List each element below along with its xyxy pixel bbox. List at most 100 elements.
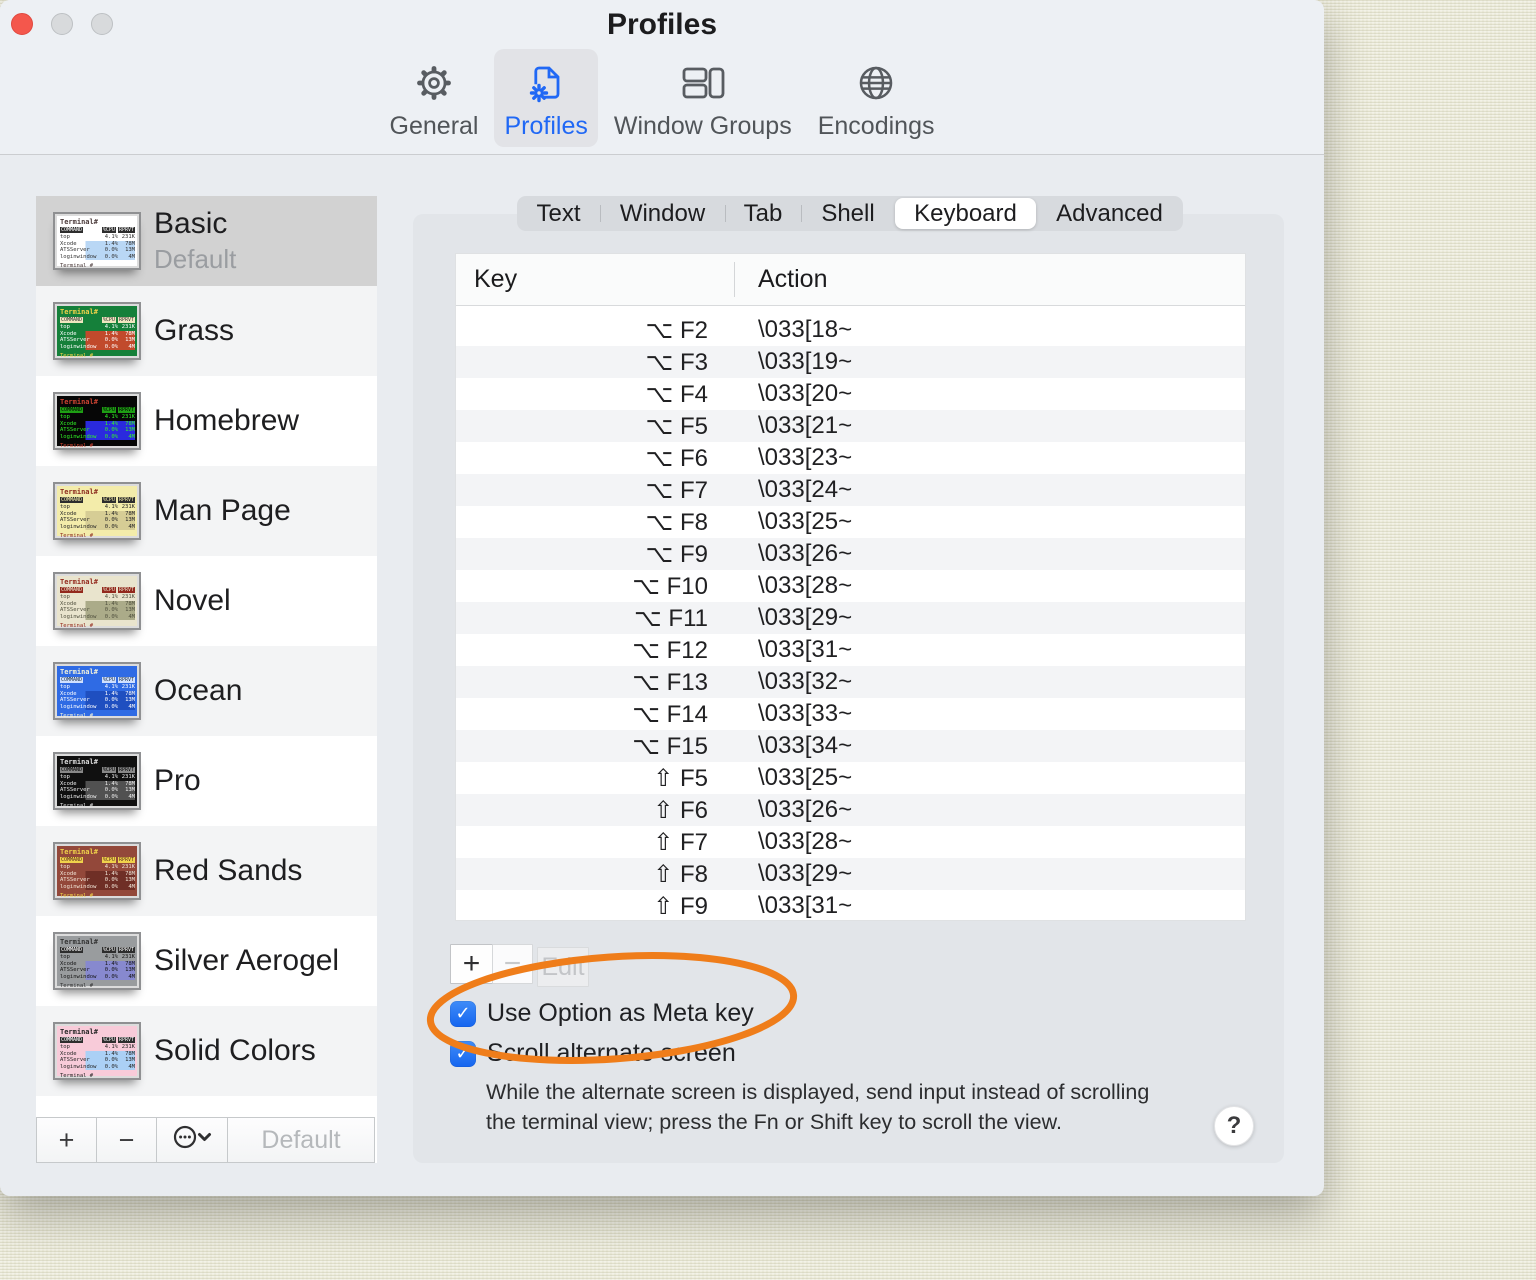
help-button[interactable]: ? (1214, 1106, 1254, 1146)
desktop-background: Profiles General Profiles Window Groups … (0, 0, 1536, 1280)
thumbnail-terminal-title: Terminal# (60, 758, 98, 766)
profile-row-basic[interactable]: Terminal# COMMAND %CPU RPRVT top 4.1% 231K Xcod… (36, 196, 377, 286)
profile-thumbnail: Terminal# COMMAND %CPU RPRVT top 4.1% 231K Xcod… (53, 302, 141, 360)
add-key-mapping-button[interactable]: + (450, 944, 493, 984)
thumbnail-header-row: COMMAND %CPU RPRVT (60, 947, 135, 953)
edit-key-mapping-button[interactable]: Edit (537, 947, 589, 987)
key-cell: ⌥ F10 (632, 572, 708, 600)
thumbnail-prompt: Terminal # (60, 803, 94, 809)
toolbar-item-general[interactable]: General (380, 49, 489, 147)
table-row[interactable]: ⌥ F7 \033[24~ (456, 474, 1245, 506)
thumbnail-header-row: COMMAND %CPU RPRVT (60, 587, 135, 593)
thumbnail-terminal-title: Terminal# (60, 668, 98, 676)
action-cell: \033[28~ (758, 572, 853, 599)
action-cell: \033[23~ (758, 444, 853, 471)
profile-row-red-sands[interactable]: Terminal# COMMAND %CPU RPRVT top 4.1% 231K Xcod… (36, 826, 377, 916)
key-cell: ⌥ F3 (645, 348, 708, 376)
profile-row-silver-aerogel[interactable]: Terminal# COMMAND %CPU RPRVT top 4.1% 231K Xcod… (36, 916, 377, 1006)
table-row[interactable]: ⇧ F8 \033[29~ (456, 858, 1245, 890)
profile-thumbnail: Terminal# COMMAND %CPU RPRVT top 4.1% 231K Xcod… (53, 392, 141, 450)
toolbar-item-encodings[interactable]: Encodings (808, 49, 945, 147)
profile-meta: Grass (154, 314, 234, 348)
thumbnail-terminal-title: Terminal# (60, 578, 98, 586)
table-row[interactable]: ⌥ F2 \033[18~ (456, 314, 1245, 346)
profile-meta: Man Page (154, 494, 291, 528)
action-cell: \033[26~ (758, 540, 853, 567)
alternate-screen-help-text: While the alternate screen is displayed,… (486, 1080, 1150, 1134)
key-cell: ⌥ F13 (632, 668, 708, 696)
thumbnail-header-row: COMMAND %CPU RPRVT (60, 407, 135, 413)
more-options-button[interactable] (156, 1117, 228, 1163)
checkbox-checked-icon[interactable]: ✓ (450, 1000, 476, 1027)
table-row[interactable]: ⌥ F8 \033[25~ (456, 506, 1245, 538)
add-profile-button[interactable]: + (36, 1117, 97, 1163)
toolbar-item-window-groups[interactable]: Window Groups (604, 49, 802, 147)
table-row[interactable]: ⌥ F13 \033[32~ (456, 666, 1245, 698)
profile-subtitle: Default (154, 244, 237, 274)
tab-tab[interactable]: Tab (725, 196, 801, 231)
default-button[interactable]: Default (227, 1117, 375, 1163)
tab-window[interactable]: Window (600, 196, 725, 231)
thumbnail-process-row: loginwindow 0.0% 4M (60, 973, 135, 980)
use-option-as-meta-key-checkbox-row[interactable]: ✓ Use Option as Meta key (450, 999, 754, 1028)
key-cell: ⌥ F9 (645, 540, 708, 568)
thumbnail-process-row: loginwindow 0.0% 4M (60, 343, 135, 350)
thumbnail-prompt: Terminal # (60, 263, 94, 269)
tab-shell[interactable]: Shell (801, 196, 895, 231)
scroll-alternate-screen-checkbox-row[interactable]: ✓ Scroll alternate screen (450, 1039, 736, 1068)
globe-icon (855, 59, 897, 107)
key-cell: ⌥ F15 (632, 732, 708, 760)
preferences-content: Terminal# COMMAND %CPU RPRVT top 4.1% 231K Xcod… (0, 156, 1324, 1196)
profile-meta: Ocean (154, 674, 242, 708)
action-cell: \033[25~ (758, 764, 853, 791)
tab-text[interactable]: Text (517, 196, 600, 231)
table-row[interactable]: ⌥ F12 \033[31~ (456, 634, 1245, 666)
remove-profile-button[interactable]: − (96, 1117, 157, 1163)
profile-thumbnail: Terminal# COMMAND %CPU RPRVT top 4.1% 231K Xcod… (53, 932, 141, 990)
thumbnail-prompt: Terminal # (60, 533, 94, 539)
profile-row-pro[interactable]: Terminal# COMMAND %CPU RPRVT top 4.1% 231K Xcod… (36, 736, 377, 826)
table-row[interactable]: ⌥ F4 \033[20~ (456, 378, 1245, 410)
profile-row-solid-colors[interactable]: Terminal# COMMAND %CPU RPRVT top 4.1% 231K Xcod… (36, 1006, 377, 1096)
profile-row-grass[interactable]: Terminal# COMMAND %CPU RPRVT top 4.1% 231K Xcod… (36, 286, 377, 376)
table-row[interactable]: ⌥ F10 \033[28~ (456, 570, 1245, 602)
table-row[interactable]: ⌥ F5 \033[21~ (456, 410, 1245, 442)
table-row[interactable]: ⌥ F6 \033[23~ (456, 442, 1245, 474)
tab-keyboard[interactable]: Keyboard (895, 198, 1036, 229)
table-row[interactable]: ⌥ F11 \033[29~ (456, 602, 1245, 634)
thumbnail-prompt: Terminal # (60, 623, 94, 629)
key-mappings-table: Key Action ⌥ F2 \033[18~ ⌥ F3 \033[19~ ⌥ F4 \… (455, 253, 1246, 921)
tab-advanced[interactable]: Advanced (1036, 196, 1183, 231)
table-row[interactable]: ⌥ F9 \033[26~ (456, 538, 1245, 570)
table-row[interactable]: ⇧ F7 \033[28~ (456, 826, 1245, 858)
column-divider (734, 262, 735, 297)
table-row[interactable]: ⇧ F9 \033[31~ (456, 890, 1245, 922)
key-cell: ⌥ F7 (645, 476, 708, 504)
profile-row-man-page[interactable]: Terminal# COMMAND %CPU RPRVT top 4.1% 231K Xcod… (36, 466, 377, 556)
thumbnail-process-row: loginwindow 0.0% 4M (60, 523, 135, 530)
table-row[interactable]: ⇧ F6 \033[26~ (456, 794, 1245, 826)
profile-row-ocean[interactable]: Terminal# COMMAND %CPU RPRVT top 4.1% 231K Xcod… (36, 646, 377, 736)
key-cell: ⌥ F6 (645, 444, 708, 472)
terminal-preferences-window: Profiles General Profiles Window Groups … (0, 0, 1324, 1196)
profile-thumbnail: Terminal# COMMAND %CPU RPRVT top 4.1% 231K Xcod… (53, 482, 141, 540)
key-cell: ⇧ F7 (653, 828, 708, 856)
thumbnail-prompt: Terminal # (60, 713, 94, 719)
profile-name: Pro (154, 764, 201, 797)
remove-key-mapping-button[interactable]: − (492, 944, 533, 984)
action-cell: \033[29~ (758, 604, 853, 631)
table-row[interactable]: ⌥ F15 \033[34~ (456, 730, 1245, 762)
more-options-icon (172, 1124, 212, 1157)
table-row[interactable]: ⌥ F14 \033[33~ (456, 698, 1245, 730)
profile-row-homebrew[interactable]: Terminal# COMMAND %CPU RPRVT top 4.1% 231K Xcod… (36, 376, 377, 466)
profile-row-novel[interactable]: Terminal# COMMAND %CPU RPRVT top 4.1% 231K Xcod… (36, 556, 377, 646)
action-cell: \033[32~ (758, 668, 853, 695)
checkbox-checked-icon[interactable]: ✓ (450, 1040, 476, 1067)
key-cell: ⇧ F8 (653, 860, 708, 888)
table-row[interactable]: ⌥ F3 \033[19~ (456, 346, 1245, 378)
toolbar-label-window-groups: Window Groups (613, 112, 792, 140)
action-cell: \033[34~ (758, 732, 853, 759)
table-row[interactable]: ⇧ F5 \033[25~ (456, 762, 1245, 794)
sidebar-footer-bar: + − Default (36, 1117, 375, 1163)
toolbar-item-profiles[interactable]: Profiles (494, 49, 598, 147)
